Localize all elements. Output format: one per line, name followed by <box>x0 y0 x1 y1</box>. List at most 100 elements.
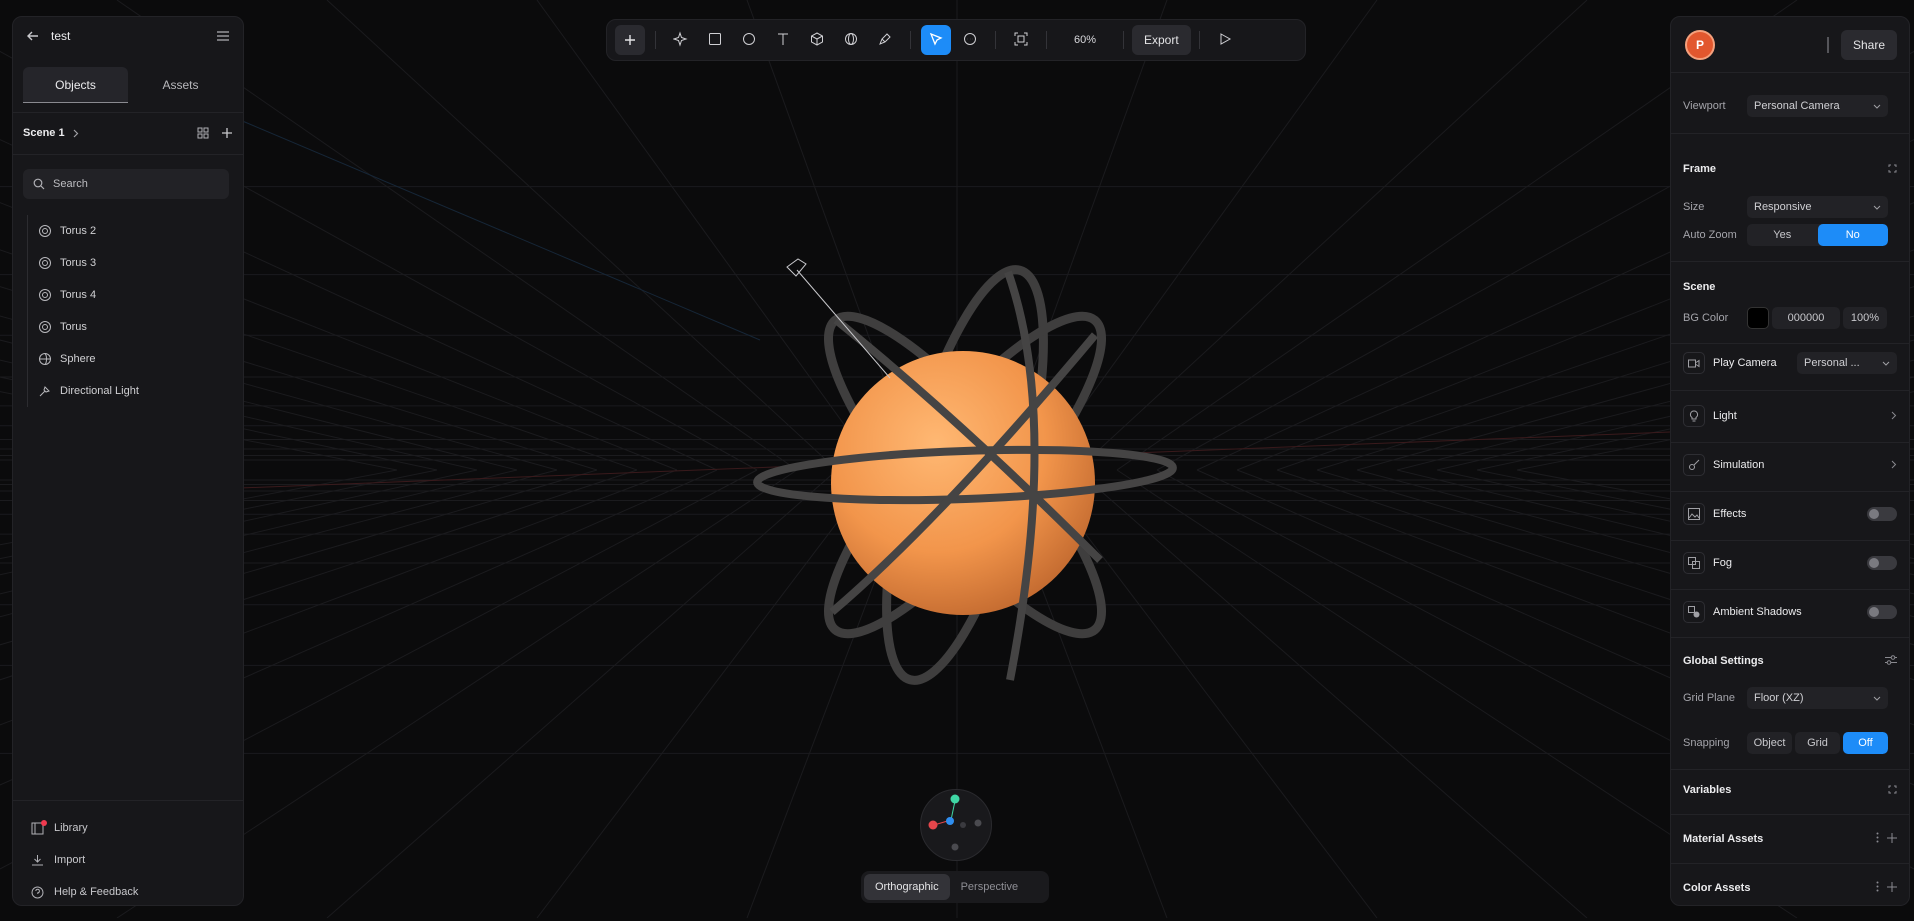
variables-title: Variables <box>1683 784 1732 796</box>
fog-icon <box>1683 552 1705 574</box>
light-row[interactable]: Light <box>1683 405 1897 427</box>
list-item[interactable]: Torus 4 <box>28 279 233 311</box>
sliders-icon[interactable] <box>1885 654 1897 668</box>
global-settings-header: Global Settings <box>1683 654 1897 668</box>
menu-icon[interactable] <box>215 28 231 44</box>
fog-toggle[interactable] <box>1867 556 1897 570</box>
neg-y-handle[interactable] <box>951 843 959 851</box>
sparkle-icon <box>672 30 689 50</box>
divider <box>1671 491 1909 492</box>
fog-row: Fog <box>1683 552 1897 574</box>
cube-tool-button[interactable] <box>802 25 832 55</box>
share-button[interactable]: Share <box>1841 30 1897 60</box>
ambient-shadows-row: Ambient Shadows <box>1683 601 1897 623</box>
more-vertical-icon[interactable] <box>1876 832 1879 846</box>
export-button[interactable]: Export <box>1132 25 1191 55</box>
size-value: Responsive <box>1754 201 1812 213</box>
scene-selector[interactable]: Scene 1 <box>23 121 233 145</box>
expand-icon[interactable] <box>1888 783 1897 797</box>
play-camera-row: Play Camera Personal ... <box>1683 352 1897 374</box>
left-panel-footer: Library Import Help & Feedback <box>23 812 233 908</box>
rectangle-tool-button[interactable] <box>700 25 730 55</box>
divider <box>13 154 243 155</box>
ellipse-tool-button[interactable] <box>734 25 764 55</box>
light-bulb-icon <box>1683 405 1705 427</box>
autozoom-yes[interactable]: Yes <box>1747 224 1818 246</box>
z-axis-handle[interactable] <box>946 817 954 825</box>
ai-sparkle-button[interactable] <box>666 25 696 55</box>
sphere-tool-button[interactable] <box>836 25 866 55</box>
main-toolbar: 60% Export <box>606 19 1306 61</box>
neg-x-handle[interactable] <box>974 819 982 827</box>
select-tool-button[interactable] <box>921 25 951 55</box>
list-item[interactable]: Torus 2 <box>28 215 233 247</box>
divider <box>1671 343 1909 344</box>
divider <box>1671 814 1909 815</box>
expand-icon[interactable] <box>1888 162 1897 176</box>
scene-canvas[interactable] <box>0 0 1914 919</box>
divider <box>1671 72 1909 73</box>
tab-objects[interactable]: Objects <box>23 67 128 103</box>
frame-header: Frame <box>1683 162 1897 176</box>
divider <box>1671 442 1909 443</box>
orthographic-button[interactable]: Orthographic <box>864 874 950 900</box>
more-vertical-icon[interactable] <box>1876 881 1879 895</box>
text-tool-button[interactable] <box>768 25 798 55</box>
frame-size-row: Size Responsive <box>1683 196 1897 218</box>
viewport-value: Personal Camera <box>1754 100 1840 112</box>
size-select[interactable]: Responsive <box>1747 196 1888 218</box>
ambient-shadows-toggle[interactable] <box>1867 605 1897 619</box>
fit-view-button[interactable] <box>1006 25 1036 55</box>
back-arrow-icon[interactable] <box>25 28 41 44</box>
list-item[interactable]: Directional Light <box>28 375 233 407</box>
import-link[interactable]: Import <box>23 844 233 876</box>
x-axis-handle[interactable] <box>928 820 938 830</box>
directional-light-gizmo[interactable] <box>786 258 891 379</box>
snapping-object[interactable]: Object <box>1747 732 1792 754</box>
help-link[interactable]: Help & Feedback <box>23 876 233 908</box>
autozoom-no[interactable]: No <box>1817 224 1888 246</box>
effects-toggle[interactable] <box>1867 507 1897 521</box>
scene-label: Scene 1 <box>23 127 65 139</box>
library-link[interactable]: Library <box>23 812 233 844</box>
play-camera-select[interactable]: Personal ... <box>1797 352 1897 374</box>
toolbar-separator <box>655 31 656 49</box>
y-axis-handle[interactable] <box>950 794 960 804</box>
grid-plane-select[interactable]: Floor (XZ) <box>1747 687 1888 709</box>
bg-color-opacity[interactable]: 100% <box>1843 307 1887 329</box>
simulation-row[interactable]: Simulation <box>1683 454 1897 476</box>
add-icon[interactable] <box>1887 881 1897 895</box>
list-item-label: Sphere <box>60 353 96 365</box>
avatar[interactable]: P <box>1685 30 1715 60</box>
scene-viewport[interactable] <box>0 0 1914 919</box>
zoom-level[interactable]: 60% <box>1055 34 1115 46</box>
add-object-button[interactable] <box>615 25 645 55</box>
import-icon <box>31 854 44 867</box>
divider <box>13 112 243 113</box>
neg-z-handle[interactable] <box>960 822 966 828</box>
help-label: Help & Feedback <box>54 886 139 898</box>
bg-color-hex[interactable]: 000000 <box>1772 307 1840 329</box>
orientation-gizmo[interactable] <box>920 789 992 861</box>
toolbar-separator <box>1198 31 1200 49</box>
list-item[interactable]: Sphere <box>28 343 233 375</box>
add-icon[interactable] <box>221 127 233 139</box>
comment-tool-button[interactable] <box>955 25 985 55</box>
list-item[interactable]: Torus 3 <box>28 247 233 279</box>
snapping-grid[interactable]: Grid <box>1795 732 1840 754</box>
search-input[interactable]: Search <box>23 169 229 199</box>
bg-color-swatch[interactable] <box>1747 307 1769 329</box>
tab-assets[interactable]: Assets <box>128 67 233 103</box>
grid-view-icon[interactable] <box>197 127 209 139</box>
snapping-off[interactable]: Off <box>1843 732 1888 754</box>
header-divider <box>1827 37 1829 53</box>
pen-tool-button[interactable] <box>870 25 900 55</box>
add-icon[interactable] <box>1887 832 1897 846</box>
viewport-select[interactable]: Personal Camera <box>1747 95 1888 117</box>
toolbar-separator <box>910 31 911 49</box>
list-item[interactable]: Torus <box>28 311 233 343</box>
global-settings-title: Global Settings <box>1683 655 1764 667</box>
play-button[interactable] <box>1210 25 1240 55</box>
perspective-button[interactable]: Perspective <box>950 874 1029 900</box>
chevron-down-icon <box>1873 201 1881 213</box>
